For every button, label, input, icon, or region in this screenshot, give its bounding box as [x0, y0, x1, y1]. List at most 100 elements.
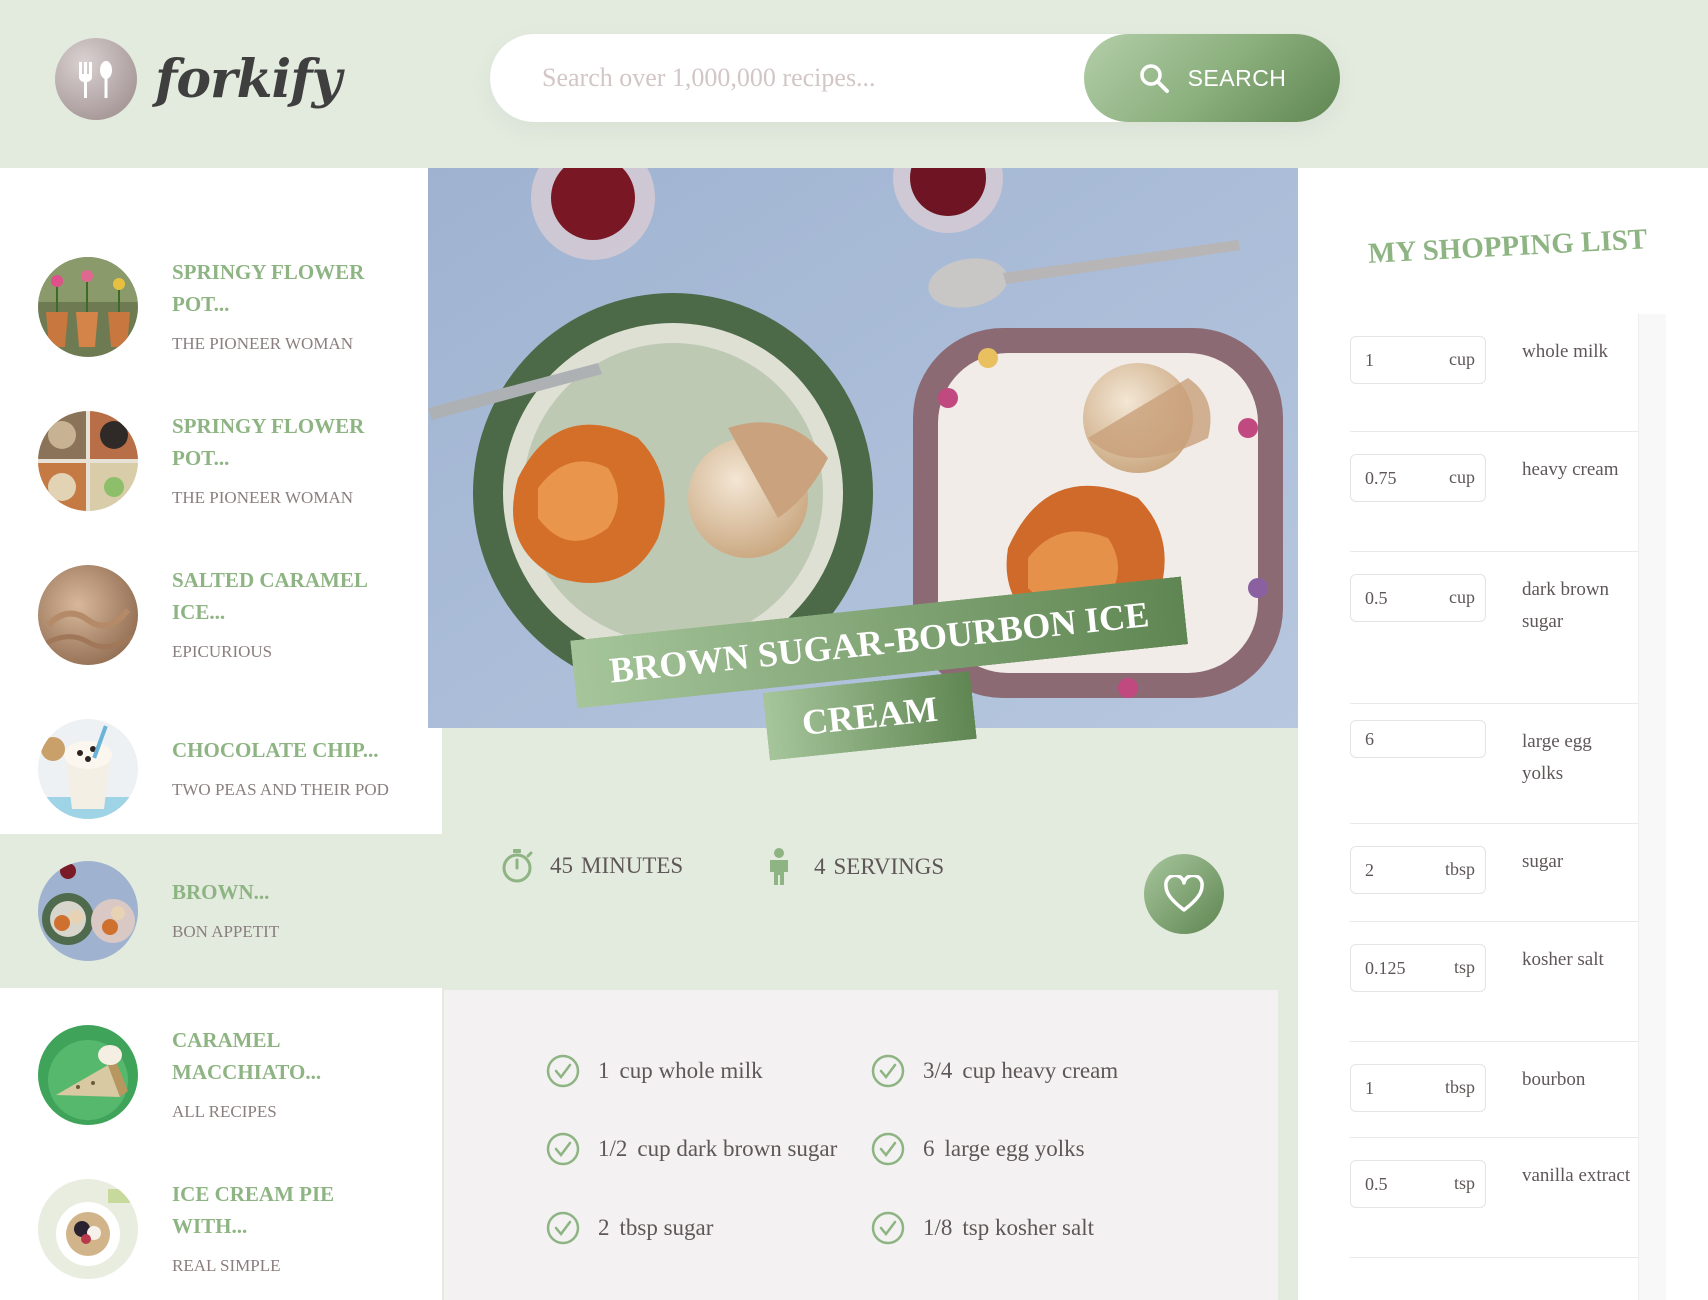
result-thumbnail — [38, 719, 138, 819]
shopping-count-input[interactable] — [1365, 1161, 1411, 1207]
ingredient-text: large egg yolks — [944, 1136, 1085, 1161]
ingredient-text: cup whole milk — [619, 1058, 763, 1083]
shopping-unit: cup — [1449, 587, 1475, 607]
shopping-unit: tbsp — [1444, 1077, 1475, 1097]
result-thumbnail — [38, 565, 138, 665]
result-thumbnail — [38, 861, 138, 961]
result-item[interactable]: CARAMEL MACCHIATO... ALL RECIPES — [0, 998, 442, 1152]
recipe-minutes-label: MINUTES — [581, 853, 684, 878]
search-form: SEARCH — [490, 34, 1340, 122]
result-text: BROWN... BON APPETIT — [172, 876, 402, 946]
ingredient-item: 2 tbsp sugar — [546, 1211, 713, 1245]
shopping-unit: tsp — [1453, 957, 1475, 977]
shopping-count-field[interactable] — [1350, 720, 1486, 758]
shopping-ingredient: sugar — [1522, 851, 1564, 872]
logo-text: forkify — [155, 48, 342, 110]
result-thumbnail — [38, 1179, 138, 1279]
result-publisher: ALL RECIPES — [172, 1102, 277, 1121]
shopping-item: cup dark brown sugar — [1350, 552, 1640, 704]
shopping-count-field[interactable]: cup — [1350, 574, 1486, 622]
shopping-count-input[interactable] — [1365, 945, 1411, 991]
shopping-ingredient: large egg yolks — [1522, 731, 1592, 784]
result-text: SALTED CARAMEL ICE... EPICURIOUS — [172, 564, 402, 666]
shopping-count-field[interactable]: tbsp — [1350, 846, 1486, 894]
check-icon — [546, 1132, 580, 1166]
result-publisher: THE PIONEER WOMAN — [172, 488, 354, 507]
ingredient-text: cup dark brown sugar — [637, 1136, 838, 1161]
result-thumbnail — [38, 257, 138, 357]
shopping-count-field[interactable]: tsp — [1350, 944, 1486, 992]
ingredient-item: 6 large egg yolks — [871, 1132, 1085, 1166]
ingredient-quantity: 1/8 — [923, 1215, 953, 1240]
shopping-unit: cup — [1449, 467, 1475, 487]
shopping-count-input[interactable] — [1365, 337, 1411, 383]
heart-icon — [1164, 875, 1204, 912]
favorite-button[interactable] — [1144, 854, 1224, 934]
ingredient-list: 1 cup whole milk 3/4 cup heavy cream 1/2… — [444, 990, 1278, 1300]
ingredient-quantity: 6 — [923, 1136, 935, 1161]
result-publisher: REAL SIMPLE — [172, 1256, 281, 1275]
result-publisher: EPICURIOUS — [172, 642, 273, 661]
shopping-count-input[interactable] — [1365, 847, 1411, 893]
ingredient-text: tsp kosher salt — [962, 1215, 1094, 1240]
result-item[interactable]: ICE CREAM PIE WITH... REAL SIMPLE — [0, 1152, 442, 1300]
recipe-servings-count: 4 — [814, 854, 826, 879]
fork-spoon-icon — [55, 38, 137, 120]
result-item[interactable]: CHOCOLATE CHIP... TWO PEAS AND THEIR POD — [0, 692, 442, 846]
result-publisher: TWO PEAS AND THEIR POD — [172, 780, 389, 799]
result-item[interactable]: SPRINGY FLOWER POT... THE PIONEER WOMAN — [0, 384, 442, 538]
search-button[interactable]: SEARCH — [1084, 34, 1340, 122]
shopping-count-input[interactable] — [1365, 455, 1411, 501]
recipe: BROWN SUGAR-BOURBON ICE CREAM 45 MINUTES… — [428, 168, 1298, 1300]
search-icon — [1139, 64, 1169, 93]
ingredient-quantity: 1/2 — [598, 1136, 628, 1161]
shopping-ingredient: dark brown sugar — [1522, 579, 1610, 632]
result-publisher: BON APPETIT — [172, 922, 280, 941]
shopping-count-input[interactable] — [1365, 1065, 1411, 1111]
logo[interactable]: forkify — [55, 38, 342, 120]
recipe-minutes: 45 — [550, 853, 573, 878]
shopping-list-heading: MY SHOPPING LIST — [1367, 223, 1648, 270]
shopping-count-field[interactable]: cup — [1350, 336, 1486, 384]
ingredient-item: 1/8 tsp kosher salt — [871, 1211, 1094, 1245]
ingredient-quantity: 1 — [598, 1058, 610, 1083]
shopping-count-field[interactable]: cup — [1350, 454, 1486, 502]
shopping-unit: tbsp — [1444, 859, 1475, 879]
ingredient-text: cup heavy cream — [962, 1058, 1119, 1083]
result-text: SPRINGY FLOWER POT... THE PIONEER WOMAN — [172, 410, 402, 512]
shopping-item: large egg yolks — [1350, 704, 1640, 824]
shopping-count-field[interactable]: tsp — [1350, 1160, 1486, 1208]
shopping-ingredient: whole milk — [1522, 341, 1609, 362]
shopping-item: tbsp bourbon — [1350, 1042, 1640, 1138]
shopping-list-scrollbar[interactable] — [1638, 314, 1666, 1300]
shopping-count-field[interactable]: tbsp — [1350, 1064, 1486, 1112]
search-input[interactable] — [542, 34, 1042, 122]
shopping-items: cup whole milk cup heavy cream cup dark … — [1350, 314, 1640, 1300]
stopwatch-icon — [502, 849, 533, 883]
result-title: BROWN... — [172, 880, 270, 904]
ingredient-item: 1/2 cup dark brown sugar — [546, 1132, 837, 1166]
result-title: SALTED CARAMEL ICE... — [172, 568, 367, 624]
shopping-count-input[interactable] — [1365, 721, 1411, 757]
shopping-count-input[interactable] — [1365, 575, 1411, 621]
check-icon — [871, 1132, 905, 1166]
search-button-label: SEARCH — [1187, 64, 1287, 91]
shopping-ingredient: bourbon — [1522, 1069, 1586, 1090]
ingredient-quantity: 3/4 — [923, 1058, 953, 1083]
ingredient-item: 1 cup whole milk — [546, 1054, 763, 1088]
result-text: ICE CREAM PIE WITH... REAL SIMPLE — [172, 1178, 402, 1280]
ingredient-text: tbsp sugar — [619, 1215, 714, 1240]
ingredient-quantity: 2 — [598, 1215, 610, 1240]
result-item-active[interactable]: BROWN... BON APPETIT — [0, 834, 442, 988]
result-title: CHOCOLATE CHIP... — [172, 738, 379, 762]
check-icon — [546, 1211, 580, 1245]
shopping-item: tsp kosher salt — [1350, 922, 1640, 1042]
result-title: CARAMEL MACCHIATO... — [172, 1028, 322, 1084]
shopping-item: cup whole milk — [1350, 314, 1640, 432]
result-item[interactable]: SPRINGY FLOWER POT... THE PIONEER WOMAN — [0, 230, 442, 384]
shopping-ingredient: vanilla extract — [1522, 1165, 1631, 1186]
shopping-unit: cup — [1449, 349, 1475, 369]
result-item[interactable]: SALTED CARAMEL ICE... EPICURIOUS — [0, 538, 442, 692]
shopping-item: tsp vanilla extract — [1350, 1138, 1640, 1258]
person-icon — [770, 848, 788, 885]
